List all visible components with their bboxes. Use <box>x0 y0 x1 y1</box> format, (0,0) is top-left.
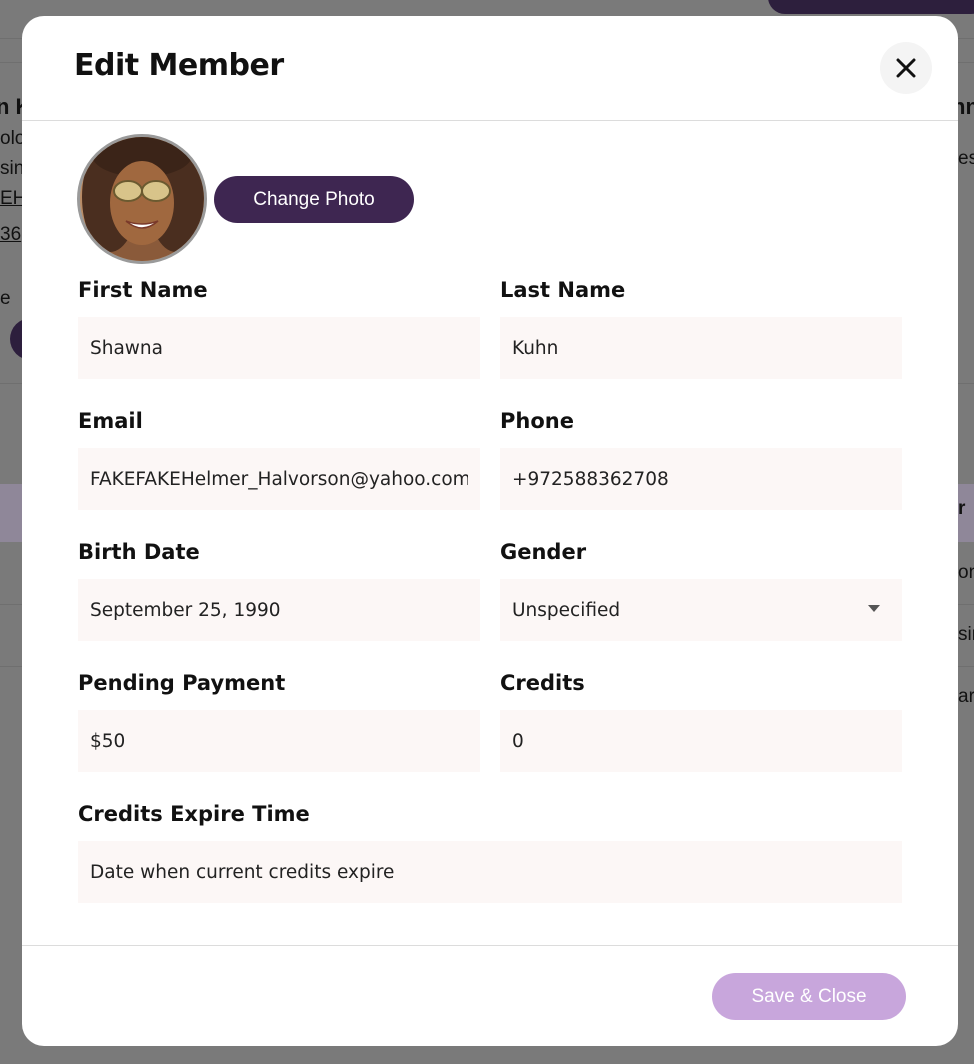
background-text: 36 <box>0 224 22 245</box>
birth-date-field[interactable] <box>78 579 480 641</box>
pending-payment-label: Pending Payment <box>78 671 286 695</box>
last-name-input[interactable] <box>512 337 890 359</box>
credits-input[interactable] <box>512 730 890 752</box>
email-label: Email <box>78 409 143 433</box>
email-field[interactable] <box>78 448 480 510</box>
background-text: es <box>958 148 974 169</box>
credits-expire-label: Credits Expire Time <box>78 802 310 826</box>
background-text: r <box>958 498 966 519</box>
last-name-label: Last Name <box>500 278 626 302</box>
last-name-field[interactable] <box>500 317 902 379</box>
email-input[interactable] <box>90 468 468 490</box>
gender-selected-value: Unspecified <box>512 599 621 621</box>
modal-header: Edit Member <box>22 16 958 121</box>
phone-field[interactable] <box>500 448 902 510</box>
edit-member-modal: Edit Member Change Photo First Name Last… <box>22 16 958 1046</box>
member-photo <box>80 137 204 261</box>
phone-label: Phone <box>500 409 574 433</box>
footer-divider <box>22 945 958 946</box>
first-name-field[interactable] <box>78 317 480 379</box>
save-and-close-button[interactable]: Save & Close <box>712 973 906 1020</box>
background-text: sin <box>958 624 974 645</box>
phone-input[interactable] <box>512 468 890 490</box>
birth-date-label: Birth Date <box>78 540 200 564</box>
pending-payment-input[interactable] <box>90 730 468 752</box>
background-text: sin <box>0 158 25 179</box>
background-text: ar <box>958 686 974 707</box>
credits-expire-input[interactable] <box>90 861 890 883</box>
modal-title: Edit Member <box>74 48 284 83</box>
birth-date-input[interactable] <box>90 599 468 621</box>
chevron-down-icon <box>868 605 880 612</box>
background-text: e <box>0 288 11 309</box>
credits-expire-field[interactable] <box>78 841 902 903</box>
first-name-label: First Name <box>78 278 208 302</box>
change-photo-button[interactable]: Change Photo <box>214 176 414 223</box>
pending-payment-field[interactable] <box>78 710 480 772</box>
gender-label: Gender <box>500 540 587 564</box>
first-name-input[interactable] <box>90 337 468 359</box>
gender-select[interactable]: Unspecified <box>500 579 902 641</box>
background-header-button <box>768 0 974 14</box>
close-button[interactable] <box>880 42 932 94</box>
member-avatar <box>77 134 207 264</box>
background-text: on <box>958 562 974 583</box>
close-icon <box>896 58 916 78</box>
credits-label: Credits <box>500 671 585 695</box>
credits-field[interactable] <box>500 710 902 772</box>
